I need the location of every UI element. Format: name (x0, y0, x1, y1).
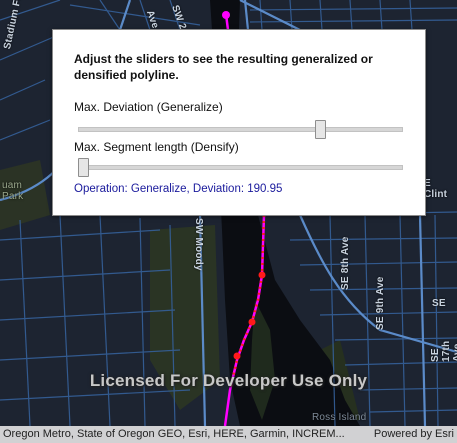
map-label: SW Moody (193, 218, 204, 271)
segment-length-slider[interactable] (78, 158, 403, 177)
attribution-bar: Oregon Metro, State of Oregon GEO, Esri,… (0, 426, 457, 443)
map-label: SE 9th Ave (375, 276, 386, 331)
polyline-vertex (222, 11, 230, 19)
operation-status: Operation: Generalize, Deviation: 190.95 (74, 183, 283, 195)
polyline-vertex (258, 271, 266, 279)
attribution-sources[interactable]: Oregon Metro, State of Oregon GEO, Esri,… (3, 428, 345, 440)
map-label: E Clint (424, 178, 448, 200)
deviation-slider[interactable] (78, 120, 403, 139)
map-label: uam Park (2, 180, 24, 202)
map-label: SE 17th Ave (430, 340, 457, 362)
segment-length-slider-thumb[interactable] (78, 158, 89, 177)
license-watermark: Licensed For Developer Use Only (89, 371, 368, 390)
map-label: SE 8th Ave (340, 236, 351, 291)
options-panel: Adjust the sliders to see the resulting … (52, 29, 426, 216)
polyline-vertex (233, 352, 241, 360)
instructions-text: Adjust the sliders to see the resulting … (74, 52, 373, 82)
map-label: SE (432, 298, 446, 309)
segment-length-label: Max. Segment length (Densify) (74, 140, 239, 154)
polyline-vertex (248, 318, 256, 326)
powered-by-esri[interactable]: Powered by Esri (374, 428, 454, 440)
deviation-label: Max. Deviation (Generalize) (74, 100, 223, 114)
deviation-slider-thumb[interactable] (315, 120, 327, 139)
map-label: Ross Island (312, 412, 367, 423)
